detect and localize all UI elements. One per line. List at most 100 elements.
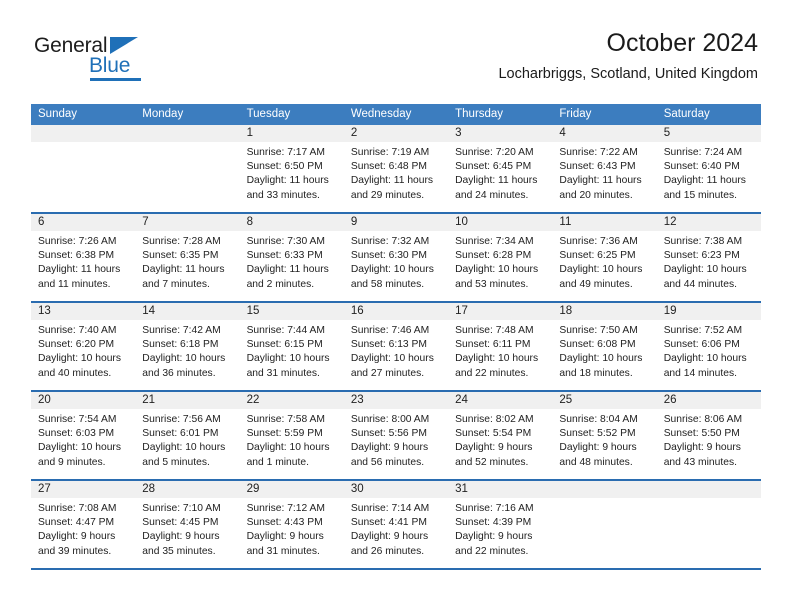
day-cell-22[interactable]: 22 Sunrise: 7:58 AM Sunset: 5:59 PM Dayligh… [239, 392, 344, 479]
day-number: 29 [246, 483, 260, 495]
day-number: 25 [559, 394, 573, 406]
daylight-text-cont: and 39 minutes. [38, 545, 112, 557]
day-cell-29[interactable]: 29 Sunrise: 7:12 AM Sunset: 4:43 PM Dayligh… [239, 481, 344, 568]
sunrise-text: Sunrise: 7:10 AM [142, 503, 221, 514]
day-cell-5[interactable]: 5 Sunrise: 7:24 AM Sunset: 6:40 PM Daylight… [656, 125, 761, 212]
day-details: Sunrise: 7:28 AM Sunset: 6:35 PM Daylight:… [135, 231, 239, 292]
day-details: Sunrise: 8:00 AM Sunset: 5:56 PM Daylight:… [344, 409, 448, 470]
day-number: 8 [246, 216, 253, 228]
sunrise-text: Sunrise: 7:22 AM [559, 147, 638, 158]
day-cell-3[interactable]: 3 Sunrise: 7:20 AM Sunset: 6:45 PM Daylight… [448, 125, 553, 212]
day-cell-20[interactable]: 20 Sunrise: 7:54 AM Sunset: 6:03 PM Dayligh… [31, 392, 136, 479]
sunset-text: Sunset: 6:43 PM [559, 161, 636, 173]
day-cell-11[interactable]: 11 Sunrise: 7:36 AM Sunset: 6:25 PM Dayligh… [552, 214, 657, 301]
day-cell-25[interactable]: 25 Sunrise: 8:04 AM Sunset: 5:52 PM Dayligh… [552, 392, 657, 479]
logo-text-blue: Blue [89, 54, 131, 77]
calendar-week-row: 1 Sunrise: 7:17 AM Sunset: 6:50 PM Daylight… [31, 125, 761, 214]
daylight-text: Daylight: 10 hours [142, 442, 226, 454]
day-details: Sunrise: 7:14 AM Sunset: 4:41 PM Daylight:… [344, 498, 448, 559]
day-cell-10[interactable]: 10 Sunrise: 7:34 AM Sunset: 6:28 PM Dayligh… [448, 214, 553, 301]
day-cell-12[interactable]: 12 Sunrise: 7:38 AM Sunset: 6:23 PM Dayligh… [656, 214, 761, 301]
daylight-text-cont: and 15 minutes. [663, 189, 737, 201]
day-number-band: 15 [239, 303, 344, 320]
day-number-band: 21 [135, 392, 240, 409]
day-cell-27[interactable]: 27 Sunrise: 7:08 AM Sunset: 4:47 PM Dayligh… [31, 481, 136, 568]
sunrise-text: Sunrise: 7:12 AM [246, 503, 325, 514]
day-cell-4[interactable]: 4 Sunrise: 7:22 AM Sunset: 6:43 PM Daylight… [552, 125, 657, 212]
day-details: Sunrise: 7:26 AM Sunset: 6:38 PM Daylight:… [31, 231, 135, 292]
day-number-band: 3 [448, 125, 553, 142]
sunrise-text: Sunrise: 7:32 AM [350, 236, 430, 247]
day-number: 3 [455, 127, 462, 139]
day-cell-21[interactable]: 21 Sunrise: 7:56 AM Sunset: 6:01 PM Dayligh… [135, 392, 240, 479]
daylight-text: Daylight: 9 hours [455, 442, 533, 454]
day-details [657, 498, 761, 502]
day-cell-31[interactable]: 31 Sunrise: 7:16 AM Sunset: 4:39 PM Dayligh… [448, 481, 553, 568]
day-cell-23[interactable]: 23 Sunrise: 8:00 AM Sunset: 5:56 PM Dayligh… [343, 392, 449, 479]
day-cell-28[interactable]: 28 Sunrise: 7:10 AM Sunset: 4:45 PM Dayligh… [135, 481, 240, 568]
day-number: 14 [142, 305, 156, 317]
daylight-text-cont: and 36 minutes. [142, 367, 216, 379]
sunset-text: Sunset: 6:18 PM [142, 339, 219, 351]
day-cell-15[interactable]: 15 Sunrise: 7:44 AM Sunset: 6:15 PM Dayligh… [239, 303, 344, 390]
daylight-text-cont: and 58 minutes. [350, 278, 425, 290]
day-cell-8[interactable]: 8 Sunrise: 7:30 AM Sunset: 6:33 PM Daylight… [239, 214, 344, 301]
day-details: Sunrise: 7:24 AM Sunset: 6:40 PM Daylight:… [657, 142, 761, 203]
day-number: 11 [559, 216, 572, 228]
daylight-text-cont: and 56 minutes. [350, 456, 425, 468]
daylight-text: Daylight: 10 hours [350, 264, 434, 276]
day-cell-24[interactable]: 24 Sunrise: 8:02 AM Sunset: 5:54 PM Dayligh… [448, 392, 553, 479]
page-title: October 2024 [606, 29, 759, 57]
day-number: 5 [663, 127, 671, 139]
daylight-text: Daylight: 10 hours [246, 442, 330, 454]
day-number: 1 [246, 127, 253, 139]
day-cell-14[interactable]: 14 Sunrise: 7:42 AM Sunset: 6:18 PM Dayligh… [135, 303, 240, 390]
day-cell-1[interactable]: 1 Sunrise: 7:17 AM Sunset: 6:50 PM Daylight… [239, 125, 344, 212]
day-cell-18[interactable]: 18 Sunrise: 7:50 AM Sunset: 6:08 PM Dayligh… [552, 303, 657, 390]
daylight-text: Daylight: 10 hours [455, 264, 539, 276]
day-cell-13[interactable]: 13 Sunrise: 7:40 AM Sunset: 6:20 PM Dayligh… [31, 303, 136, 390]
daylight-text: Daylight: 10 hours [38, 353, 121, 365]
day-details: Sunrise: 7:34 AM Sunset: 6:28 PM Daylight:… [448, 231, 552, 292]
day-cell-26[interactable]: 26 Sunrise: 8:06 AM Sunset: 5:50 PM Dayligh… [656, 392, 761, 479]
day-number-band: 30 [343, 481, 449, 498]
sunset-text: Sunset: 6:20 PM [38, 339, 115, 351]
day-number-band: 4 [552, 125, 657, 142]
day-number-band: 23 [343, 392, 449, 409]
day-cell-7[interactable]: 7 Sunrise: 7:28 AM Sunset: 6:35 PM Daylight… [135, 214, 240, 301]
sunset-text: Sunset: 5:59 PM [246, 428, 323, 440]
daylight-text-cont: and 11 minutes. [38, 278, 111, 290]
daylight-text-cont: and 53 minutes. [455, 278, 529, 290]
sunrise-text: Sunrise: 7:36 AM [559, 236, 638, 247]
sunrise-text: Sunrise: 8:06 AM [663, 414, 743, 425]
day-number: 26 [663, 394, 677, 406]
day-number-band [656, 481, 761, 498]
sunset-text: Sunset: 6:06 PM [663, 339, 740, 351]
day-details: Sunrise: 8:04 AM Sunset: 5:52 PM Daylight:… [552, 409, 656, 470]
day-number-band [31, 125, 136, 142]
sunrise-text: Sunrise: 7:48 AM [455, 325, 534, 336]
day-cell-17[interactable]: 17 Sunrise: 7:48 AM Sunset: 6:11 PM Dayligh… [448, 303, 553, 390]
daylight-text: Daylight: 11 hours [455, 175, 538, 187]
sunset-text: Sunset: 4:47 PM [38, 517, 115, 529]
daylight-text: Daylight: 9 hours [142, 531, 220, 543]
daylight-text-cont: and 24 minutes. [455, 189, 529, 201]
daylight-text-cont: and 29 minutes. [350, 189, 425, 201]
sunrise-text: Sunrise: 7:54 AM [38, 414, 117, 425]
day-cell-16[interactable]: 16 Sunrise: 7:46 AM Sunset: 6:13 PM Dayligh… [343, 303, 449, 390]
day-cell-6[interactable]: 6 Sunrise: 7:26 AM Sunset: 6:38 PM Daylight… [31, 214, 136, 301]
day-number: 13 [38, 305, 51, 317]
daylight-text: Daylight: 10 hours [663, 353, 747, 365]
daylight-text-cont: and 35 minutes. [142, 545, 216, 557]
day-cell-2[interactable]: 2 Sunrise: 7:19 AM Sunset: 6:48 PM Daylight… [343, 125, 449, 212]
day-number-band: 6 [31, 214, 136, 231]
daylight-text: Daylight: 11 hours [142, 264, 225, 276]
day-cell-19[interactable]: 19 Sunrise: 7:52 AM Sunset: 6:06 PM Dayligh… [656, 303, 761, 390]
weekday-header-sunday: Sunday [38, 108, 78, 120]
day-details: Sunrise: 8:02 AM Sunset: 5:54 PM Daylight:… [448, 409, 552, 470]
day-details: Sunrise: 7:12 AM Sunset: 4:43 PM Daylight:… [240, 498, 344, 559]
sunset-text: Sunset: 6:33 PM [246, 250, 323, 262]
day-cell-9[interactable]: 9 Sunrise: 7:32 AM Sunset: 6:30 PM Daylight… [343, 214, 449, 301]
day-number-band: 20 [31, 392, 136, 409]
day-cell-30[interactable]: 30 Sunrise: 7:14 AM Sunset: 4:41 PM Dayligh… [343, 481, 449, 568]
